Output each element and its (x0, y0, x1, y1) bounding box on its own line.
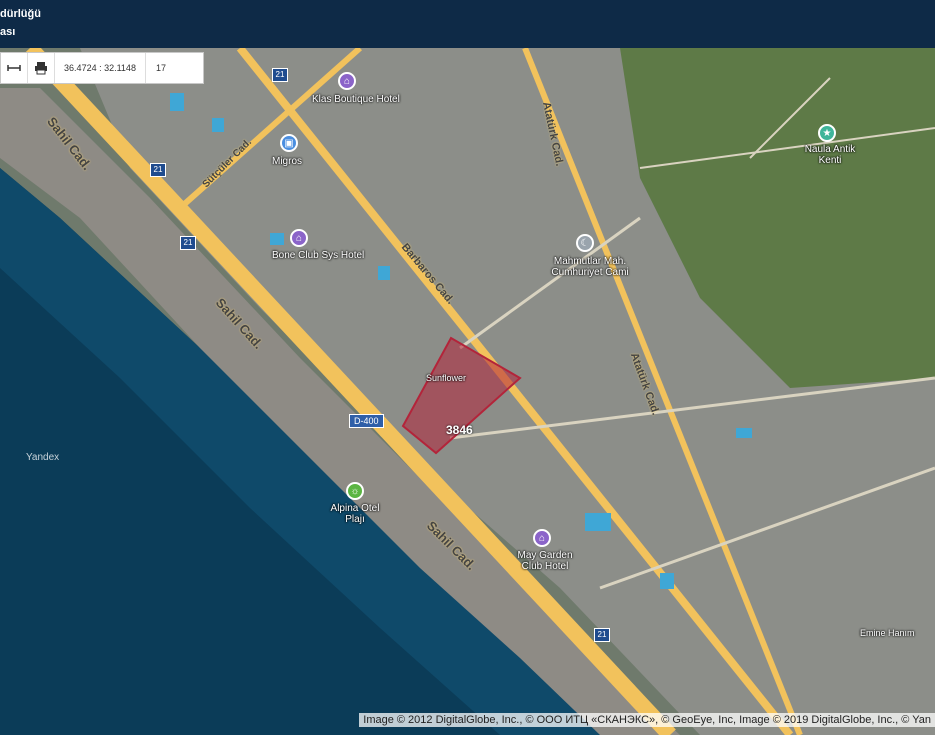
poi-label-sunflower: Sunflower (426, 373, 467, 383)
poi-label-klas: Klas Boutique Hotel (312, 94, 400, 105)
bed-icon[interactable]: ⌂ (290, 229, 308, 247)
map-toolbar: 36.4724 : 32.1148 17 (0, 52, 204, 84)
parcel-number: 3846 (446, 423, 473, 437)
print-icon[interactable] (28, 53, 55, 83)
road-shield-d400: D-400 (349, 414, 384, 428)
zoom-level: 17 (155, 63, 166, 73)
poi-label-bone-club: Bone Club Sys Hotel (272, 250, 365, 261)
route-number-icon: 21 (272, 68, 288, 82)
poi-label-may-garden: May Garden Club Hotel (517, 550, 573, 572)
mosque-icon[interactable]: ☾ (576, 234, 594, 252)
shop-icon[interactable]: ▣ (280, 134, 298, 152)
header-title-line1: dürlüğü (0, 8, 41, 20)
poi-label-migros: Migros (272, 156, 303, 167)
route-number-icon: 21 (180, 236, 196, 250)
poi-label-naula: Naula Antik Kenti (804, 144, 856, 166)
poi-label-alpina: Alpina Otel Plajı (330, 503, 380, 525)
poi-label-emine: Emine Hanım (860, 628, 915, 638)
map-attribution: Image © 2012 DigitalGlobe, Inc., © ООО И… (359, 713, 935, 727)
beach-icon[interactable]: ☼ (346, 482, 364, 500)
poi-label-cami: Mahmutlar Mah. Cumhuriyet Cami (551, 256, 629, 278)
yandex-watermark: Yandex (26, 452, 60, 463)
route-number-icon: 21 (594, 628, 610, 642)
map-canvas (0, 48, 935, 735)
satellite-map[interactable]: 3846 Yandex Sahil Cad. Sahil Cad. Sahil … (0, 48, 935, 735)
header-title-line2: ası (0, 26, 16, 38)
route-number-icon: 21 (150, 163, 166, 177)
app-header: dürlüğü ası (0, 0, 935, 48)
bed-icon[interactable]: ⌂ (533, 529, 551, 547)
coordinates-display: 36.4724 : 32.1148 (55, 53, 146, 83)
star-icon[interactable]: ★ (818, 124, 836, 142)
ruler-icon[interactable] (1, 53, 28, 83)
bed-icon[interactable]: ⌂ (338, 72, 356, 90)
